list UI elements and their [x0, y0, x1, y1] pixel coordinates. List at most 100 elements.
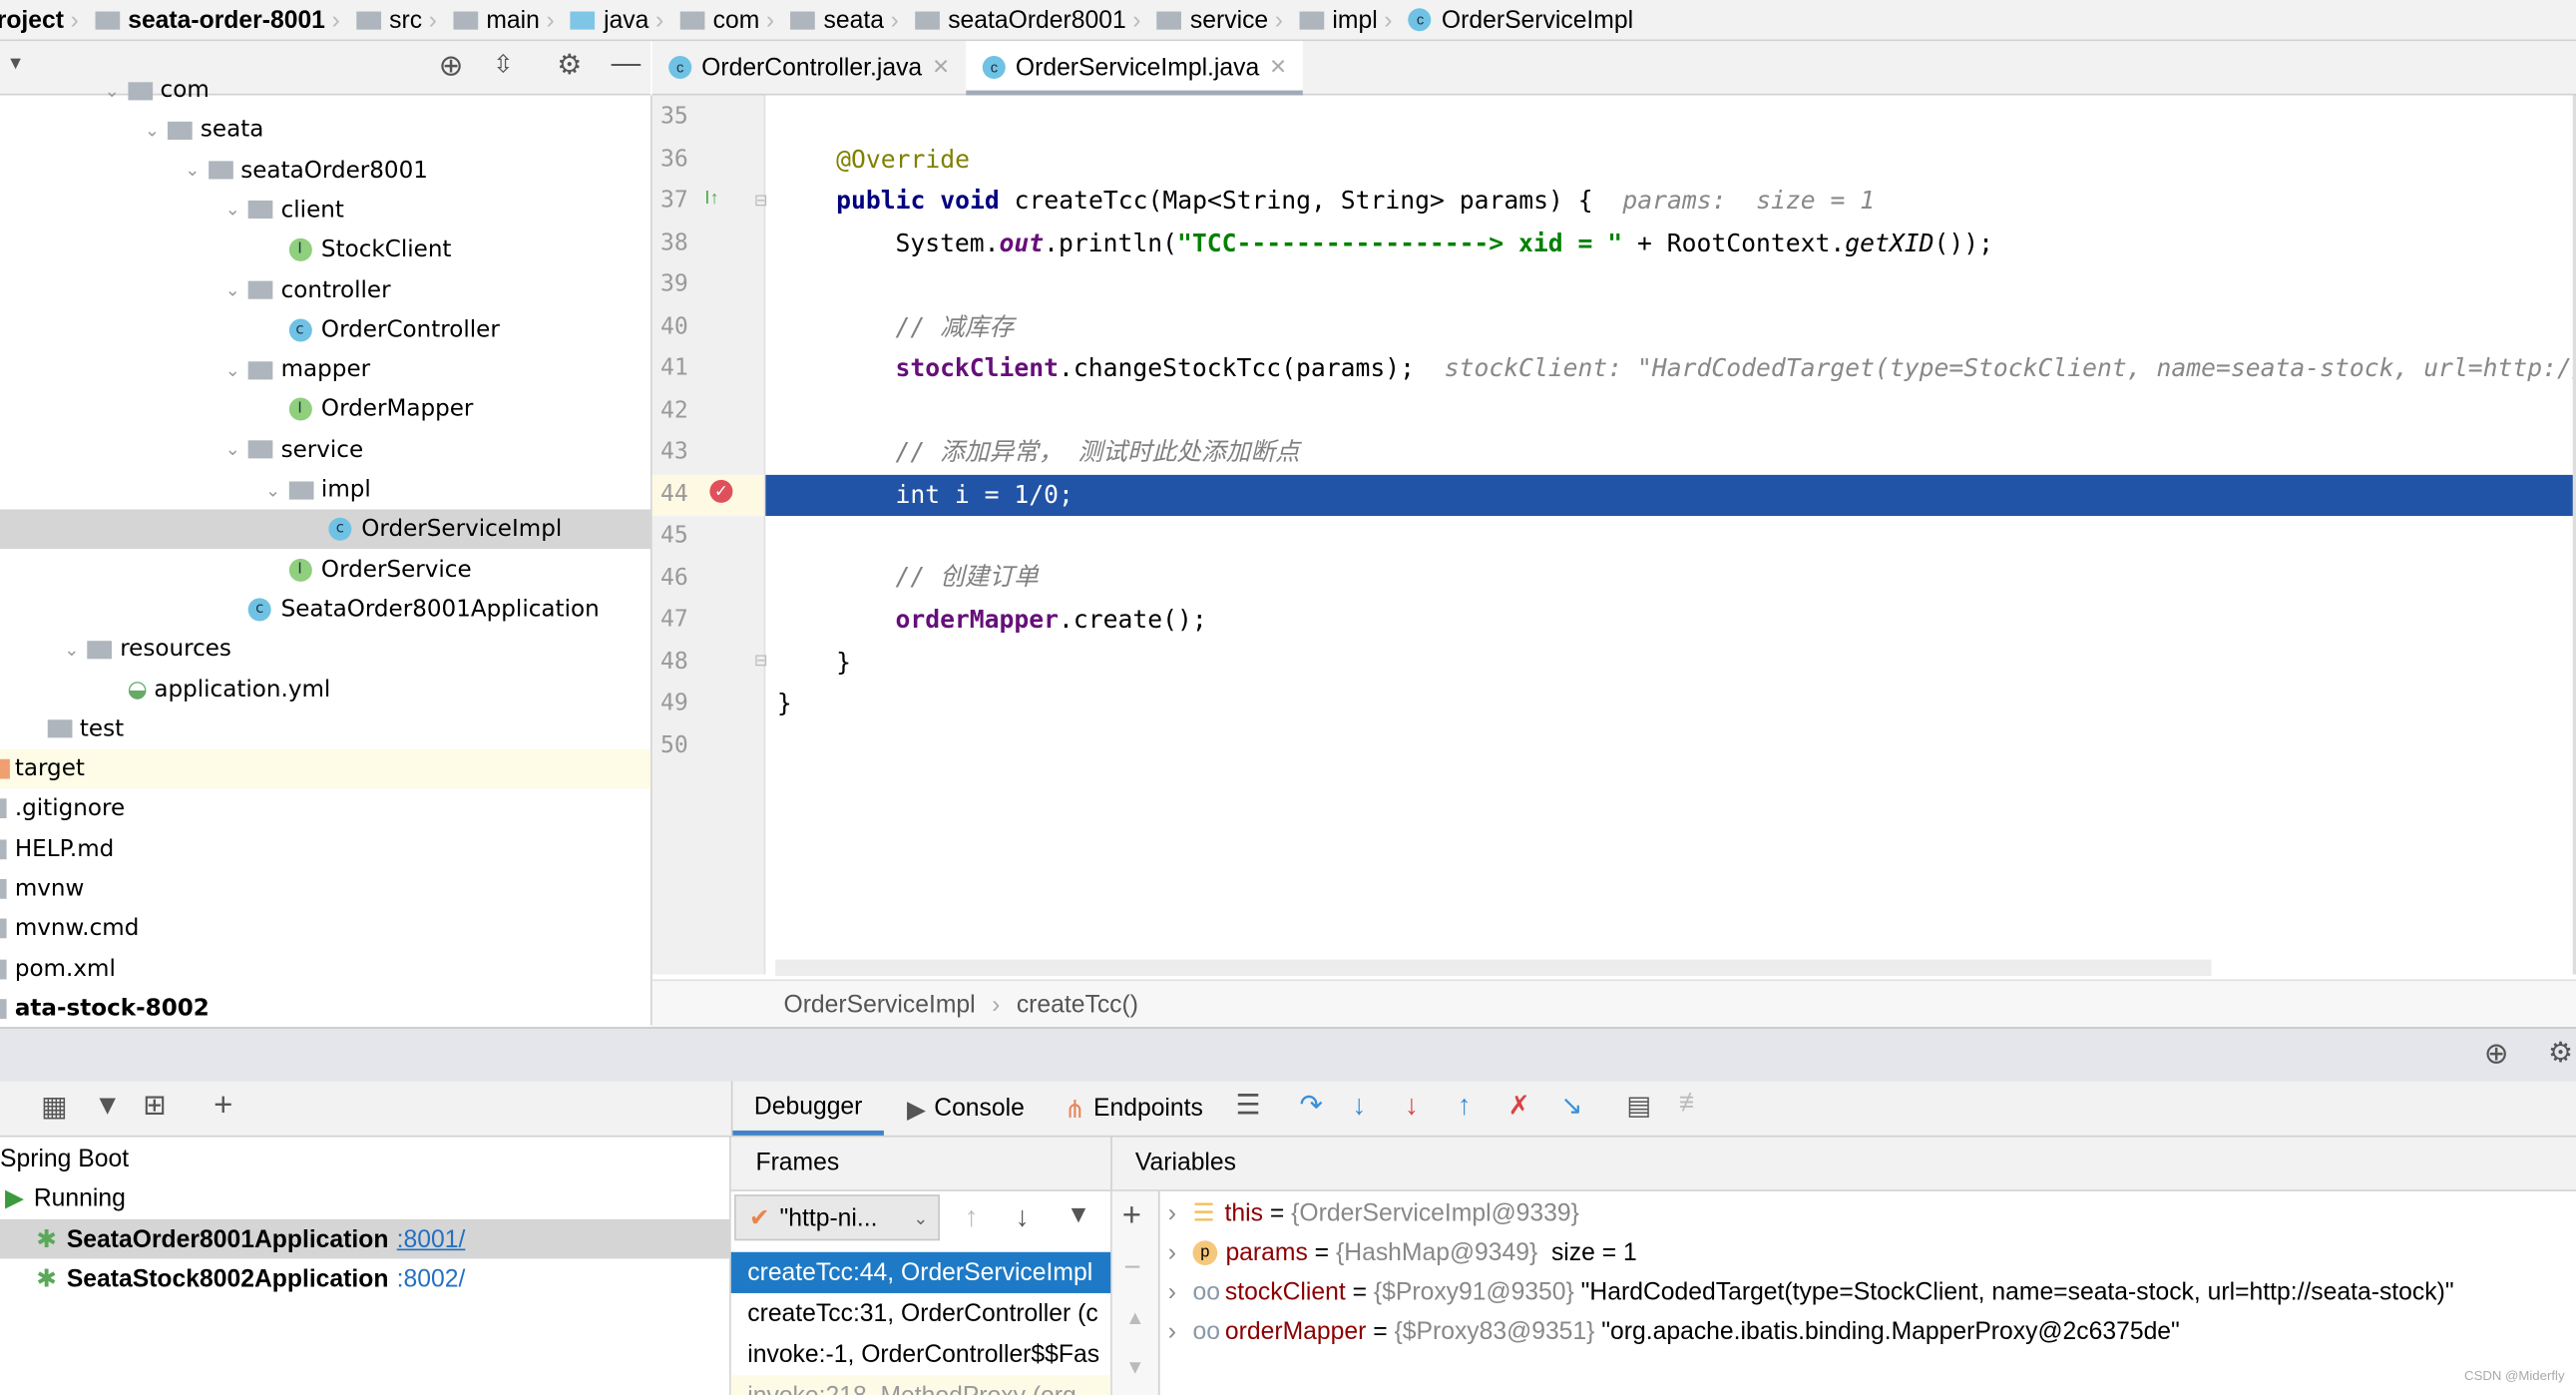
- stack-frame[interactable]: invoke:-1, OrderController$$Fas: [731, 1334, 1110, 1375]
- stack-frame[interactable]: createTcc:31, OrderController (c: [731, 1293, 1110, 1334]
- chevron-down-icon[interactable]: ⌄: [225, 279, 248, 300]
- crumb-method[interactable]: createTcc(): [1017, 990, 1138, 1018]
- tab-console[interactable]: ▶ Console: [907, 1082, 1025, 1136]
- tree-item[interactable]: ⌄ impl: [0, 470, 650, 510]
- step-out-icon[interactable]: ↑: [1458, 1090, 1472, 1123]
- tree-item[interactable]: ⌄ seata: [0, 111, 650, 151]
- breadcrumb-item[interactable]: seata-order-8001 ›: [95, 6, 359, 34]
- horizontal-scrollbar[interactable]: [775, 959, 2212, 977]
- variable-row[interactable]: › ☰ this = {OrderServiceImpl@9339}: [1112, 1193, 1579, 1233]
- crumb-class[interactable]: OrderServiceImpl: [783, 990, 975, 1018]
- services-running[interactable]: ▶ Running: [0, 1178, 729, 1218]
- tab-order-service-impl[interactable]: c OrderServiceImpl.java ✕: [966, 41, 1305, 96]
- arrow-up-icon[interactable]: ↑: [965, 1201, 979, 1234]
- line-number: 42: [659, 396, 688, 424]
- stack-frame[interactable]: invoke:218, MethodProxy (org: [730, 1375, 1111, 1395]
- port-link[interactable]: :8001/: [397, 1225, 466, 1253]
- line-number: 37: [659, 187, 688, 215]
- run-to-cursor-icon[interactable]: ↘: [1560, 1090, 1582, 1123]
- chevron-right-icon[interactable]: ›: [1168, 1238, 1176, 1266]
- tree-item[interactable]: ⌄ mapper: [0, 350, 650, 390]
- tree-item[interactable]: pom.xml: [0, 949, 650, 989]
- line-number: 44: [659, 480, 688, 508]
- chevron-down-icon[interactable]: ⌄: [225, 359, 248, 380]
- tree-item[interactable]: c SeataOrder8001Application: [0, 590, 650, 630]
- breadcrumb-item[interactable]: roject ›: [0, 6, 99, 34]
- tree-item[interactable]: c OrderController: [0, 310, 650, 350]
- breadcrumb-item[interactable]: java ›: [571, 6, 683, 34]
- breadcrumb-item[interactable]: seata ›: [790, 6, 919, 34]
- gear-icon[interactable]: ⚙: [2548, 1037, 2573, 1070]
- tab-order-controller[interactable]: c OrderController.java ✕: [652, 41, 967, 94]
- service-app-order[interactable]: ✱ SeataOrder8001Application:8001/: [0, 1218, 730, 1259]
- evaluate-icon[interactable]: ▤: [1626, 1090, 1651, 1123]
- force-step-into-icon[interactable]: ↓: [1405, 1090, 1419, 1123]
- breadcrumb-item[interactable]: src ›: [356, 6, 456, 34]
- breadcrumb-item[interactable]: main ›: [453, 6, 574, 34]
- chevron-right-icon[interactable]: ›: [1168, 1278, 1176, 1306]
- tab-endpoints[interactable]: ⋔ Endpoints: [1065, 1082, 1203, 1136]
- tree-item[interactable]: c OrderServiceImpl: [0, 509, 651, 550]
- tree-item[interactable]: ⌄ com: [0, 71, 650, 111]
- services-root[interactable]: Spring Boot: [0, 1139, 729, 1178]
- port-link[interactable]: :8002/: [397, 1264, 466, 1292]
- arrow-down-icon[interactable]: ↓: [1016, 1201, 1030, 1234]
- chevron-down-icon[interactable]: ⌄: [265, 479, 288, 500]
- chevron-down-icon[interactable]: ⌄: [105, 80, 128, 101]
- stack-frame[interactable]: createTcc:44, OrderServiceImpl: [730, 1251, 1111, 1293]
- implements-icon[interactable]: I↑: [704, 189, 718, 209]
- chevron-down-icon[interactable]: ⌄: [225, 200, 248, 221]
- interface-icon: I: [287, 398, 312, 422]
- drop-frame-icon[interactable]: ✗: [1508, 1090, 1530, 1123]
- tree-item[interactable]: ⌄ service: [0, 430, 650, 470]
- step-into-icon[interactable]: ↓: [1352, 1090, 1366, 1123]
- chevron-down-icon[interactable]: ⌄: [145, 120, 168, 141]
- chevron-down-icon[interactable]: ⌄: [64, 639, 87, 660]
- tree-item[interactable]: ⌄ seataOrder8001: [0, 151, 650, 191]
- chevron-right-icon[interactable]: ›: [1168, 1198, 1176, 1226]
- chevron-right-icon[interactable]: ›: [1168, 1318, 1176, 1346]
- menu-icon[interactable]: ☰: [1235, 1090, 1260, 1123]
- breadcrumb-item[interactable]: impl ›: [1299, 6, 1412, 34]
- breadcrumb-item[interactable]: c OrderServiceImpl: [1408, 6, 1643, 34]
- close-icon[interactable]: ✕: [932, 54, 950, 80]
- tree-item[interactable]: HELP.md: [0, 829, 650, 869]
- tree-item[interactable]: target: [0, 749, 651, 789]
- service-app-stock[interactable]: ✱ SeataStock8002Application:8002/: [0, 1258, 729, 1298]
- trace-icon[interactable]: ≢: [1679, 1090, 1705, 1120]
- tab-debugger[interactable]: Debugger: [732, 1082, 884, 1136]
- variable-row[interactable]: › oo orderMapper = {$Proxy83@9351} "org.ap…: [1112, 1313, 2180, 1353]
- breakpoint-icon[interactable]: ✓: [709, 479, 733, 503]
- locate-icon[interactable]: ⊕: [2484, 1037, 2509, 1072]
- tree-item[interactable]: I StockClient: [0, 231, 650, 270]
- filter-icon[interactable]: ▼: [1067, 1201, 1090, 1229]
- tree-item[interactable]: ⌄ controller: [0, 270, 650, 310]
- tree-item[interactable]: I OrderService: [0, 550, 650, 590]
- tree-item[interactable]: I OrderMapper: [0, 390, 650, 430]
- tree-item[interactable]: .gitignore: [0, 789, 650, 829]
- breadcrumb-item[interactable]: service ›: [1156, 6, 1303, 34]
- tree-item[interactable]: test: [0, 709, 650, 749]
- tree-item[interactable]: ⌄ resources: [0, 630, 650, 670]
- new-tab-icon[interactable]: ⊞: [143, 1090, 166, 1123]
- tree-item[interactable]: mvnw.cmd: [0, 909, 650, 949]
- chevron-down-icon[interactable]: ⌄: [185, 160, 208, 181]
- tree-item[interactable]: ⌄ client: [0, 191, 650, 231]
- filter-icon[interactable]: ▼: [94, 1090, 122, 1123]
- variable-row[interactable]: › p params = {HashMap@9349} size = 1: [1112, 1233, 1637, 1273]
- thread-select[interactable]: ✔ "http-ni... ⌄: [734, 1194, 940, 1241]
- fold-icon[interactable]: ⊟: [754, 193, 768, 211]
- tree-item[interactable]: mvnw: [0, 869, 650, 909]
- add-icon[interactable]: +: [214, 1088, 232, 1126]
- breadcrumb-item[interactable]: com ›: [679, 6, 794, 34]
- variable-row[interactable]: › oo stockClient = {$Proxy91@9350} "HardCo…: [1112, 1273, 2454, 1313]
- step-over-icon[interactable]: ↷: [1300, 1090, 1323, 1123]
- tree-item[interactable]: ◒ application.yml: [0, 670, 650, 709]
- tree-item[interactable]: ata-stock-8002: [0, 989, 650, 1029]
- breadcrumb-item[interactable]: seataOrder8001 ›: [915, 6, 1160, 34]
- chevron-down-icon[interactable]: ⌄: [225, 439, 248, 460]
- fold-icon[interactable]: ⊟: [754, 653, 768, 671]
- move-down-icon[interactable]: ▼: [1125, 1356, 1145, 1379]
- group-icon[interactable]: ▦: [41, 1091, 67, 1124]
- close-icon[interactable]: ✕: [1269, 54, 1287, 80]
